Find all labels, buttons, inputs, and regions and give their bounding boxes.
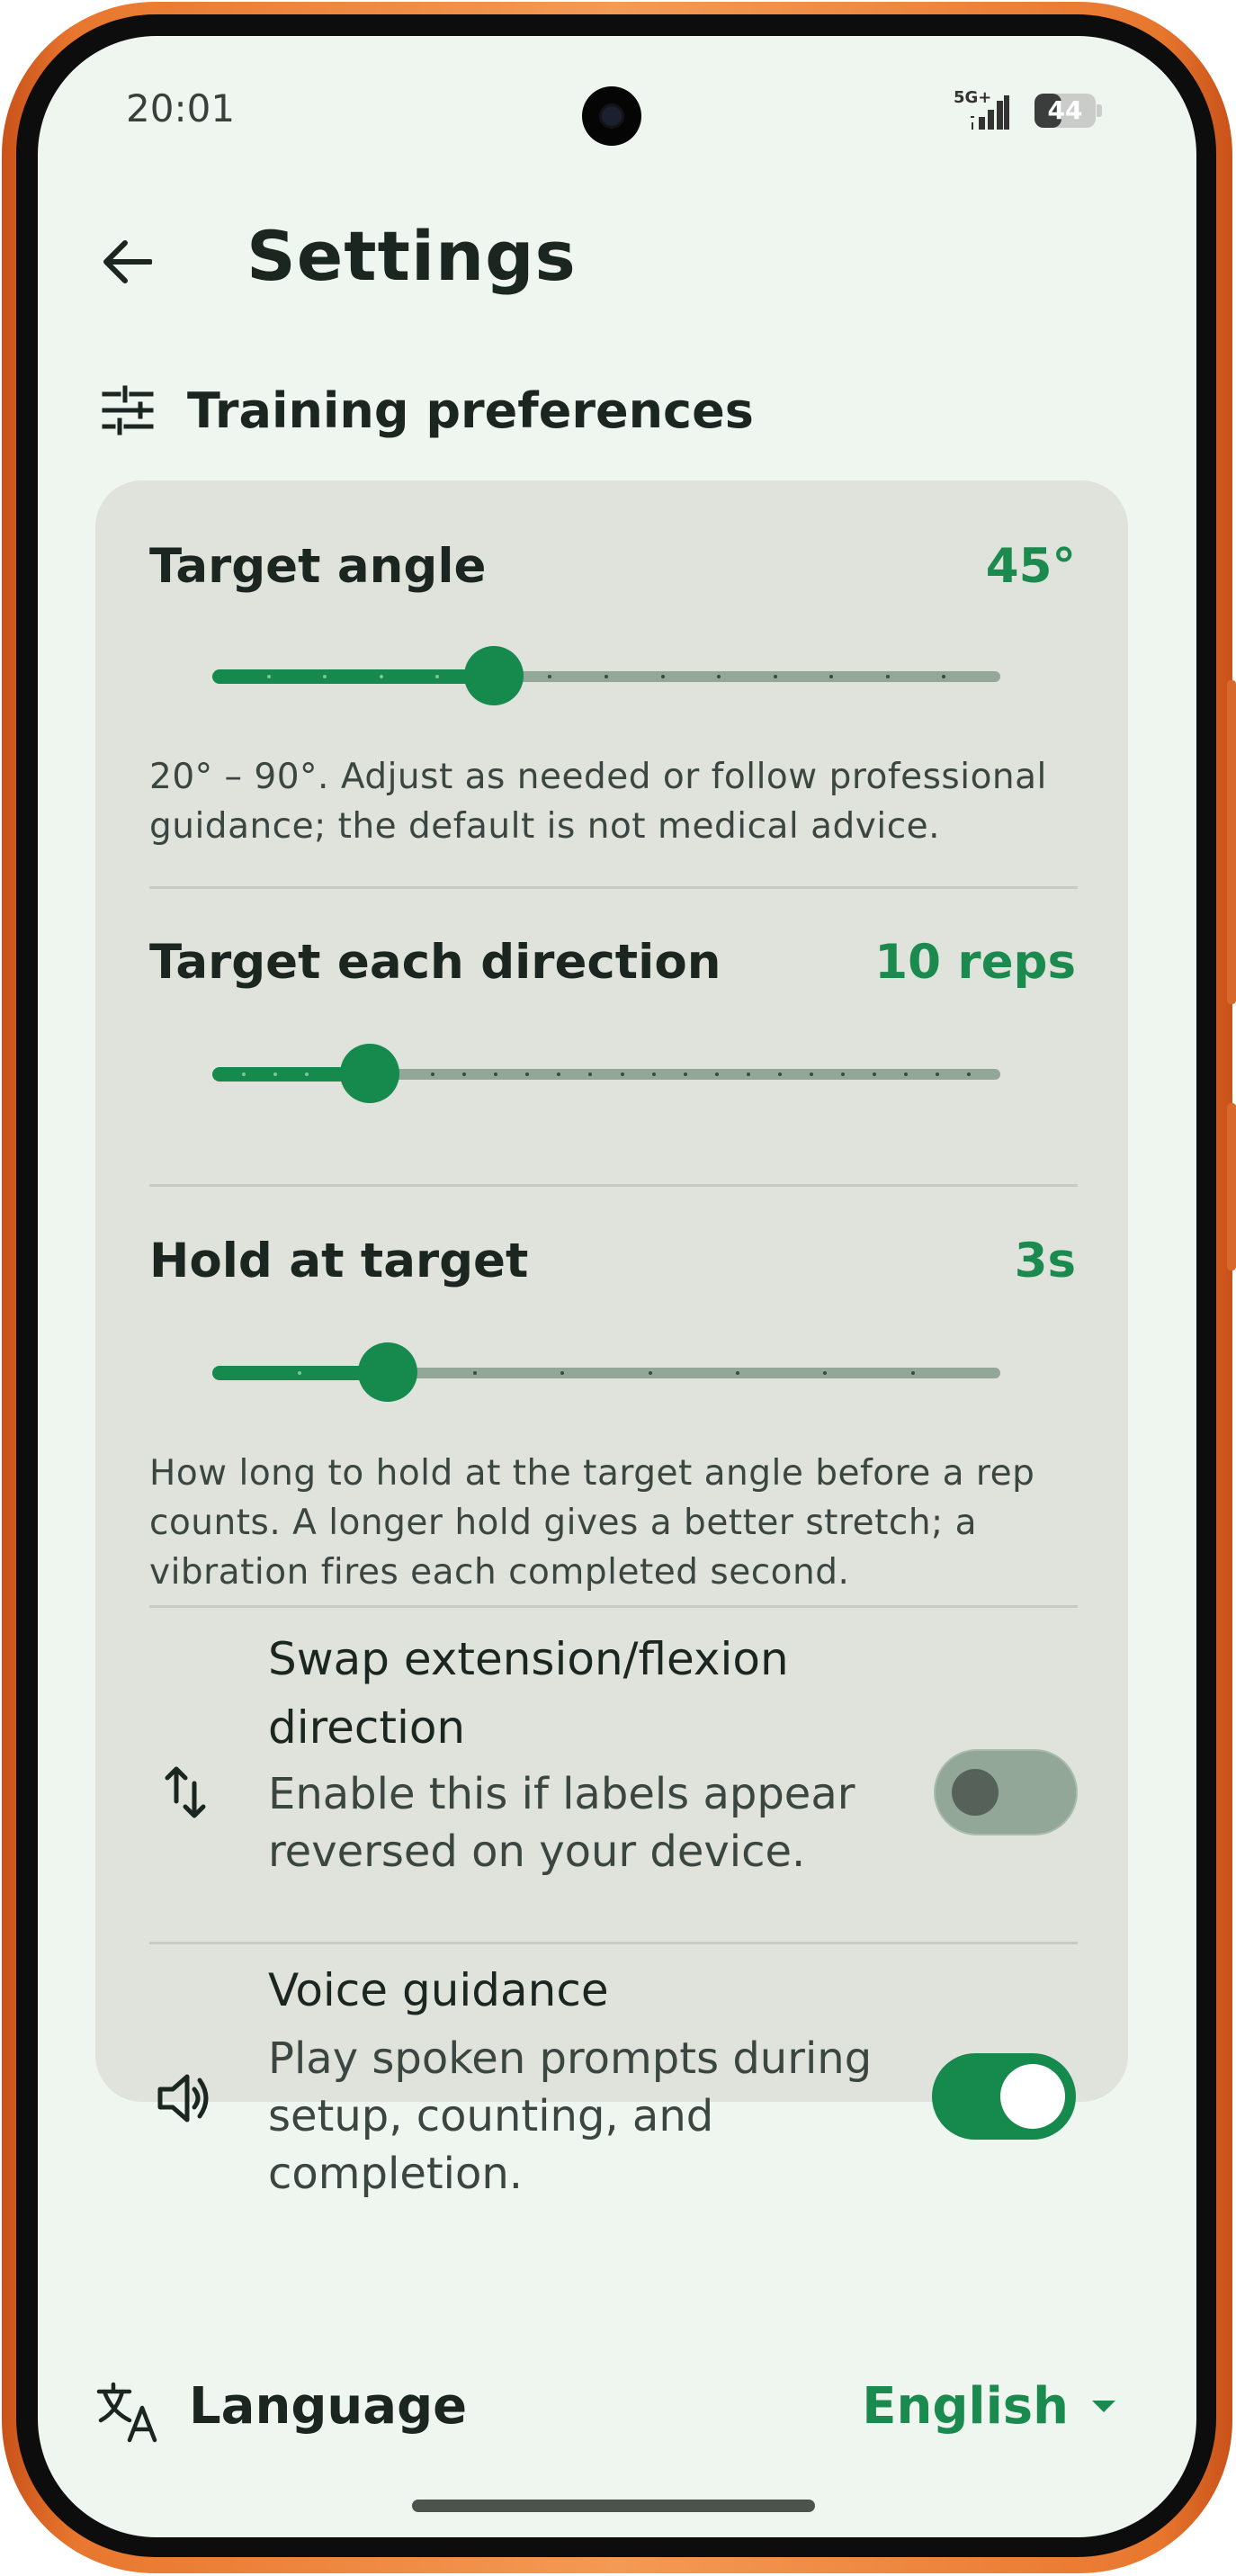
slider-tick	[746, 1073, 750, 1076]
slider-tick	[885, 675, 890, 678]
slider-tick	[872, 1073, 876, 1076]
screen: 20:01 5G+ 44 Settings Training preferenc…	[38, 36, 1196, 2537]
caret-down-icon	[1092, 2401, 1115, 2412]
arrow-left-icon	[103, 240, 152, 283]
toggle-knob	[952, 1769, 999, 1816]
translate-icon	[96, 2382, 157, 2443]
voice-guidance-title: Voice guidance	[268, 1964, 609, 2016]
swap-direction-description: Enable this if labels appear reversed on…	[268, 1769, 855, 1877]
front-camera	[582, 86, 641, 146]
voice-guidance-description: Play spoken prompts during setup, counti…	[268, 2033, 873, 2199]
slider-tick	[714, 1073, 719, 1076]
hold-label: Hold at target	[149, 1233, 529, 1288]
swap-direction-toggle[interactable]	[934, 1749, 1078, 1836]
target-reps-header: Target each direction 10 reps	[149, 930, 1076, 993]
language-dropdown[interactable]: English	[862, 2377, 1115, 2436]
hold-slider[interactable]	[212, 1337, 1000, 1409]
slider-thumb[interactable]	[463, 646, 524, 705]
side-button	[1227, 1103, 1236, 1270]
language-row[interactable]: Language English	[95, 2365, 1115, 2455]
slider-thumb[interactable]	[340, 1044, 400, 1103]
target-angle-value: 45°	[985, 538, 1076, 594]
voice-guidance-toggle[interactable]	[932, 2053, 1076, 2140]
page-title: Settings	[246, 216, 577, 296]
slider-tick	[683, 1073, 687, 1076]
battery-icon: 44	[1034, 94, 1102, 128]
signal-icon	[971, 95, 1009, 130]
target-angle-header: Target angle 45°	[149, 534, 1076, 597]
divider	[149, 1605, 1078, 1608]
slider-tick	[966, 1073, 971, 1076]
divider	[149, 1942, 1078, 1944]
toggle-knob	[1000, 2064, 1065, 2129]
slider-tick	[379, 675, 383, 678]
target-angle-help: 20° – 90°. Adjust as needed or follow pr…	[149, 757, 1047, 847]
battery-level: 44	[1047, 95, 1083, 125]
training-card: Target angle 45° 20° – 90°. Adjust as ne…	[95, 480, 1128, 2199]
slider-tick	[910, 1371, 915, 1375]
hold-value: 3s	[1014, 1233, 1076, 1288]
section-title: Training preferences	[187, 381, 754, 439]
status-time: 20:01	[126, 86, 236, 130]
swap-direction-row[interactable]: Swap extension/flexion direction Enable …	[149, 1623, 1078, 1965]
slider-tick	[648, 1371, 652, 1375]
target-angle-slider[interactable]	[212, 641, 1000, 713]
slider-tick	[777, 1073, 782, 1076]
target-reps-slider[interactable]	[212, 1038, 1000, 1110]
target-angle-label: Target angle	[149, 538, 487, 594]
home-indicator[interactable]	[412, 2500, 815, 2512]
slider-thumb[interactable]	[357, 1342, 417, 1402]
slider-active-track	[212, 669, 494, 684]
divider	[149, 886, 1078, 889]
side-button	[1227, 680, 1236, 1004]
tune-icon	[102, 385, 154, 435]
slider-tick	[903, 1073, 908, 1076]
slider-tick	[620, 1073, 624, 1076]
slider-tick	[242, 1073, 246, 1076]
slider-tick	[266, 675, 271, 678]
swap-direction-title: Swap extension/flexion direction	[268, 1633, 789, 1754]
swap-vertical-icon	[149, 1756, 221, 1828]
battery-nub	[1097, 104, 1102, 117]
back-button[interactable]	[86, 221, 167, 302]
hold-help: How long to hold at the target angle bef…	[149, 1453, 1035, 1593]
slider-tick	[473, 1371, 477, 1375]
hold-header: Hold at target 3s	[149, 1229, 1076, 1292]
slider-tick	[809, 1073, 813, 1076]
slider-tick	[736, 1371, 739, 1375]
slider-tick	[840, 1073, 845, 1076]
section-header-training: Training preferences	[101, 374, 754, 446]
language-value: English	[862, 2377, 1069, 2436]
slider-tick	[660, 675, 665, 678]
divider	[149, 1184, 1078, 1187]
target-reps-label: Target each direction	[149, 934, 721, 990]
slider-tick	[651, 1073, 656, 1076]
target-reps-value: 10 reps	[874, 934, 1076, 990]
slider-tick	[605, 675, 608, 678]
voice-guidance-row[interactable]: Voice guidance Play spoken prompts durin…	[149, 1956, 1076, 2235]
speaker-icon	[149, 2062, 221, 2134]
slider-tick	[935, 1073, 939, 1076]
slider-tick	[773, 675, 777, 678]
language-label: Language	[189, 2377, 468, 2436]
